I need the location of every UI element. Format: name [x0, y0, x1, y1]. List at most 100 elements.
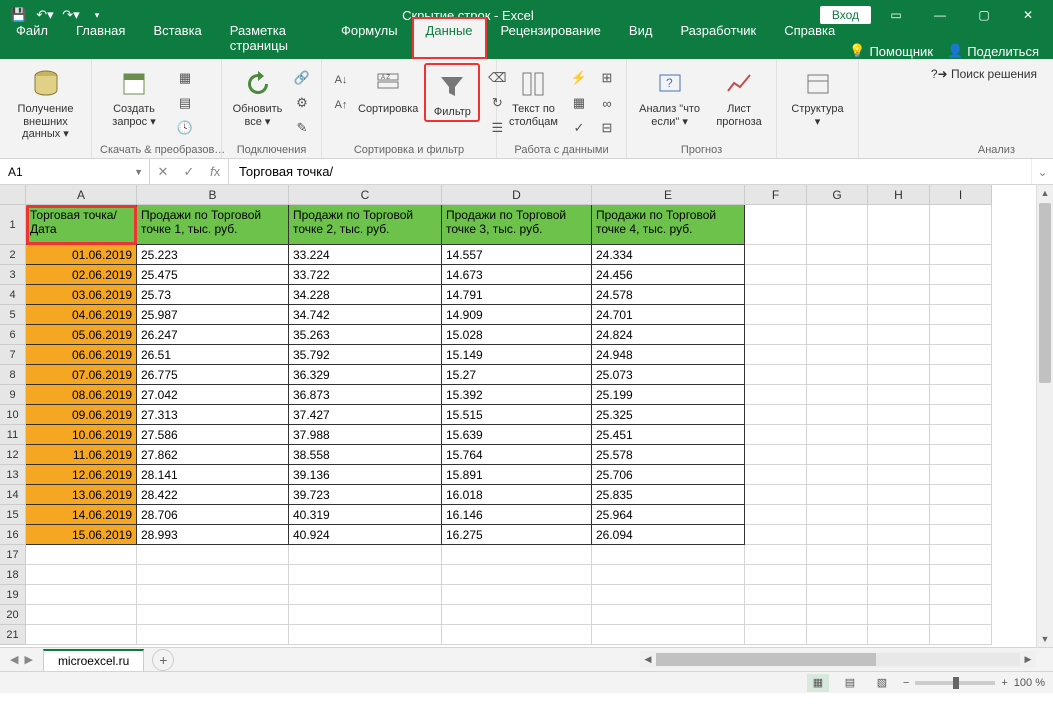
row-header[interactable]: 17 [0, 545, 25, 565]
cell[interactable] [930, 545, 992, 565]
cell[interactable] [868, 385, 930, 405]
cell[interactable]: 27.042 [137, 385, 289, 405]
row-header[interactable]: 6 [0, 325, 25, 345]
cell[interactable]: 24.334 [592, 245, 745, 265]
cell[interactable]: 04.06.2019 [26, 305, 137, 325]
cell[interactable]: 08.06.2019 [26, 385, 137, 405]
col-header[interactable]: E [592, 185, 745, 204]
cell[interactable] [807, 345, 868, 365]
horizontal-scrollbar[interactable]: ◀ ▶ [640, 651, 1036, 668]
cell[interactable]: 15.392 [442, 385, 592, 405]
cell[interactable] [807, 605, 868, 625]
cell[interactable] [868, 425, 930, 445]
cell[interactable]: 05.06.2019 [26, 325, 137, 345]
cell[interactable] [930, 205, 992, 245]
spreadsheet-grid[interactable]: ABCDEFGHI 123456789101112131415161718192… [0, 185, 1053, 647]
cell[interactable] [745, 525, 807, 545]
row-header[interactable]: 21 [0, 625, 25, 645]
tab-вид[interactable]: Вид [615, 17, 667, 59]
relationships-icon[interactable]: ∞ [596, 92, 618, 114]
cell[interactable] [807, 545, 868, 565]
row-header[interactable]: 12 [0, 445, 25, 465]
cell[interactable] [592, 545, 745, 565]
cell[interactable] [868, 565, 930, 585]
cell[interactable] [745, 505, 807, 525]
cell[interactable]: 25.475 [137, 265, 289, 285]
cell[interactable] [745, 285, 807, 305]
cell[interactable] [930, 385, 992, 405]
row-header[interactable]: 4 [0, 285, 25, 305]
cell[interactable] [807, 305, 868, 325]
cell[interactable] [807, 565, 868, 585]
col-header[interactable]: D [442, 185, 592, 204]
cell[interactable] [868, 265, 930, 285]
cell[interactable] [807, 265, 868, 285]
cell[interactable] [930, 565, 992, 585]
cell[interactable] [745, 625, 807, 645]
scroll-thumb[interactable] [1039, 203, 1051, 383]
cell[interactable] [807, 245, 868, 265]
cell[interactable]: 15.27 [442, 365, 592, 385]
cell[interactable]: 15.06.2019 [26, 525, 137, 545]
cell[interactable]: 33.224 [289, 245, 442, 265]
forecast-sheet-button[interactable]: Лист прогноза [710, 63, 768, 128]
cell[interactable] [930, 445, 992, 465]
cell[interactable]: 35.263 [289, 325, 442, 345]
cell[interactable]: 25.073 [592, 365, 745, 385]
cell[interactable] [807, 625, 868, 645]
col-header[interactable]: G [807, 185, 868, 204]
cell[interactable]: 03.06.2019 [26, 285, 137, 305]
cell[interactable] [807, 485, 868, 505]
cell[interactable]: 35.792 [289, 345, 442, 365]
zoom-out-icon[interactable]: − [903, 677, 909, 689]
cell[interactable] [868, 405, 930, 425]
scroll-up-icon[interactable]: ▲ [1037, 185, 1053, 201]
cell[interactable]: Продажи по Торговой точке 4, тыс. руб. [592, 205, 745, 245]
row-header[interactable]: 13 [0, 465, 25, 485]
scroll-right-icon[interactable]: ▶ [1020, 654, 1036, 665]
cell[interactable] [868, 545, 930, 565]
cell[interactable] [807, 525, 868, 545]
cell[interactable]: 25.706 [592, 465, 745, 485]
cell[interactable] [807, 505, 868, 525]
cell[interactable]: 02.06.2019 [26, 265, 137, 285]
get-external-data-button[interactable]: Получение внешних данных ▾ [8, 63, 83, 141]
cell[interactable] [137, 585, 289, 605]
add-sheet-icon[interactable]: + [152, 649, 174, 671]
cell[interactable] [868, 345, 930, 365]
select-all-corner[interactable] [0, 185, 26, 205]
cell[interactable] [930, 425, 992, 445]
tab-разметка страницы[interactable]: Разметка страницы [216, 17, 327, 59]
row-header[interactable]: 2 [0, 245, 25, 265]
cell[interactable]: 33.722 [289, 265, 442, 285]
cell[interactable] [868, 525, 930, 545]
cell[interactable] [807, 325, 868, 345]
sheet-next-icon[interactable]: ▶ [24, 653, 32, 666]
sheet-prev-icon[interactable]: ◀ [10, 653, 18, 666]
tell-me-button[interactable]: 💡 Помощник [849, 43, 933, 59]
sheet-tab[interactable]: microexcel.ru [43, 649, 144, 671]
row-header[interactable]: 8 [0, 365, 25, 385]
cell[interactable]: 34.742 [289, 305, 442, 325]
cell[interactable] [868, 325, 930, 345]
tab-разработчик[interactable]: Разработчик [666, 17, 770, 59]
tab-вставка[interactable]: Вставка [139, 17, 215, 59]
cell[interactable]: 15.149 [442, 345, 592, 365]
manage-data-model-icon[interactable]: ⊟ [596, 117, 618, 139]
cell[interactable]: 24.578 [592, 285, 745, 305]
tab-главная[interactable]: Главная [62, 17, 139, 59]
cell[interactable]: 38.558 [289, 445, 442, 465]
cell[interactable] [592, 585, 745, 605]
chevron-down-icon[interactable]: ▼ [134, 167, 143, 177]
page-layout-view-icon[interactable]: ▤ [839, 674, 861, 692]
cell[interactable]: 26.51 [137, 345, 289, 365]
cell[interactable] [868, 205, 930, 245]
row-header[interactable]: 15 [0, 505, 25, 525]
tab-данные[interactable]: Данные [412, 17, 487, 59]
cell[interactable]: 12.06.2019 [26, 465, 137, 485]
cell[interactable]: 07.06.2019 [26, 365, 137, 385]
cell[interactable]: 26.247 [137, 325, 289, 345]
name-box[interactable]: A1▼ [0, 159, 150, 184]
cell[interactable] [930, 505, 992, 525]
cell[interactable] [289, 545, 442, 565]
